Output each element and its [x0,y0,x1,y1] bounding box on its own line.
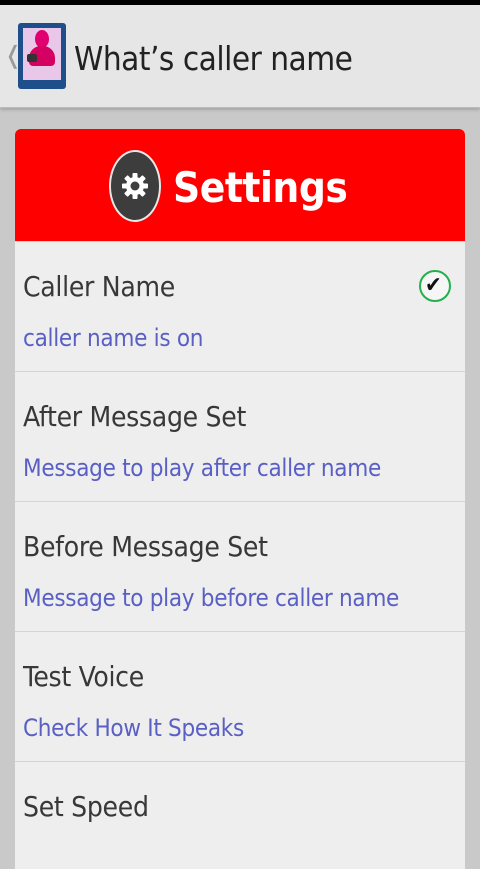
setting-row-test-voice[interactable]: Test Voice Check How It Speaks [15,631,465,762]
setting-row-set-speed[interactable]: Set Speed [15,761,465,869]
setting-title: Caller Name [23,270,175,303]
setting-summary: Message to play before caller name [23,584,400,612]
app-title: What’s caller name [74,39,353,78]
settings-header: Settings [15,129,465,241]
app-icon-picture [23,28,61,80]
setting-title: Set Speed [23,790,149,823]
setting-title: After Message Set [23,400,247,433]
setting-row-before-message[interactable]: Before Message Set Message to play befor… [15,501,465,632]
setting-title: Test Voice [23,660,144,693]
checkmark-icon: ✔ [425,273,442,298]
setting-row-caller-name[interactable]: Caller Name caller name is on ✔ [15,241,465,372]
setting-title: Before Message Set [23,530,268,563]
setting-row-after-message[interactable]: After Message Set Message to play after … [15,371,465,502]
app-icon-phone [27,54,37,62]
settings-title: Settings [173,163,348,212]
setting-summary: caller name is on [23,324,204,352]
settings-card: Settings Caller Name caller name is on ✔… [15,129,465,869]
setting-summary: Message to play after caller name [23,454,381,482]
caller-name-checkbox[interactable]: ✔ [419,270,451,302]
setting-summary: Check How It Speaks [23,714,244,742]
action-bar: ❬ What’s caller name [0,5,480,108]
caller-avatar-icon[interactable] [18,23,66,89]
gear-icon [109,150,161,222]
